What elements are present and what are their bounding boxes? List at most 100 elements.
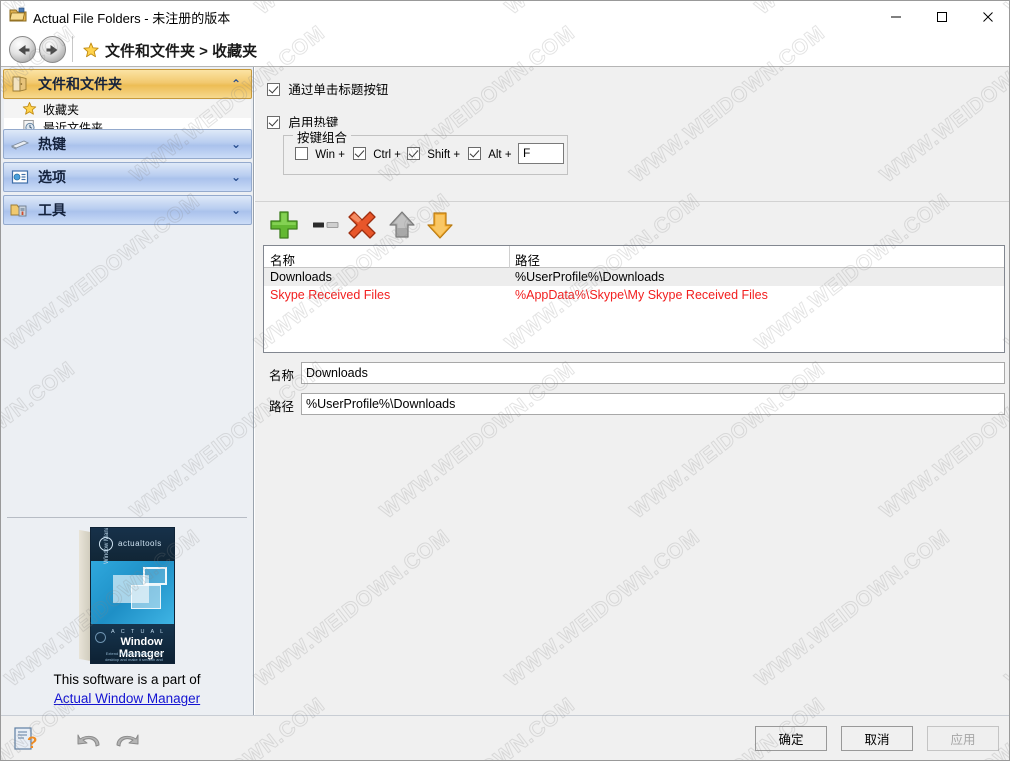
sidebar-section-label: 热键 <box>38 136 66 152</box>
back-button[interactable] <box>9 36 36 63</box>
checkbox-box[interactable] <box>295 147 308 160</box>
sidebar-section-label: 工具 <box>38 202 66 218</box>
maximize-icon <box>937 11 947 22</box>
app-folder-icon <box>9 7 27 22</box>
promo-panel: actualtools Window Manager A C T U A L W… <box>1 527 253 706</box>
name-field-row: 名称 Downloads <box>263 362 1005 384</box>
sidebar-section-files[interactable]: 文件和文件夹 ⌃ <box>3 69 252 99</box>
hotkey-group-legend: 按键组合 <box>293 127 352 146</box>
content-pane: 通过单击标题按钮 启用热键 按键组合 Win + Ctrl + Shift + … <box>255 67 1009 715</box>
chevron-up-icon: ⌃ <box>230 77 241 91</box>
list-toolbar <box>255 202 1009 247</box>
redo-icon[interactable] <box>113 730 141 750</box>
forward-button[interactable] <box>39 36 66 63</box>
list-header: 名称 路径 <box>264 246 1004 268</box>
move-down-button[interactable] <box>423 208 457 242</box>
undo-icon[interactable] <box>75 730 103 750</box>
star-icon <box>83 42 99 58</box>
checkbox-modifier-shift[interactable]: Shift + <box>407 147 460 161</box>
checkbox-modifier-ctrl[interactable]: Ctrl + <box>353 147 401 161</box>
product-box-image: actualtools Window Manager A C T U A L W… <box>79 527 175 664</box>
move-up-button <box>385 208 419 242</box>
cell-name: Downloads <box>270 270 332 284</box>
ok-button[interactable]: 确定 <box>755 726 827 751</box>
apply-button: 应用 <box>927 726 999 751</box>
name-input[interactable]: Downloads <box>301 362 1005 384</box>
product-spine-text: Window Manager <box>104 527 110 564</box>
maximize-button[interactable] <box>919 1 965 32</box>
chevron-down-icon: ⌄ <box>230 203 241 217</box>
promo-text: This software is a part of <box>53 672 201 687</box>
minimize-button[interactable] <box>873 1 919 32</box>
sidebar-section-hotkeys[interactable]: 热键 ⌄ <box>3 129 252 159</box>
checkbox-label: 通过单击标题按钮 <box>288 83 389 97</box>
checkbox-box[interactable] <box>267 83 280 96</box>
application-window: Actual File Folders - 未注册的版本 文件和文件夹 > 收藏… <box>0 0 1010 761</box>
keyboard-icon <box>10 134 30 154</box>
tools-icon <box>10 200 30 220</box>
folders-list[interactable]: 名称 路径 Downloads %UserProfile%\Downloads … <box>263 245 1005 353</box>
sidebar-divider <box>7 517 247 518</box>
checkbox-box[interactable] <box>468 147 481 160</box>
table-row[interactable]: Downloads %UserProfile%\Downloads <box>264 268 1004 286</box>
window-title: Actual File Folders - 未注册的版本 <box>33 11 231 26</box>
checkbox-title-button[interactable]: 通过单击标题按钮 <box>267 79 388 98</box>
svg-text:?: ? <box>27 733 37 752</box>
column-divider[interactable] <box>509 246 510 268</box>
cell-name: Skype Received Files <box>270 288 391 302</box>
modifier-label: Win + <box>315 149 345 161</box>
plus-icon <box>270 211 298 239</box>
cell-path: %UserProfile%\Downloads <box>515 270 665 284</box>
add-button[interactable] <box>267 208 301 242</box>
sidebar: 文件和文件夹 ⌃ 收藏夹 最近文件夹 热键 ⌄ 选项 ⌄ 工具 ⌄ actual… <box>1 67 254 715</box>
product-brand: actualtools <box>118 539 162 548</box>
name-field-label: 名称 <box>269 369 295 383</box>
chevron-down-icon: ⌄ <box>230 170 241 184</box>
help-icon[interactable]: ? <box>13 726 39 752</box>
sidebar-section-label: 文件和文件夹 <box>38 76 122 92</box>
delete-button[interactable] <box>345 208 379 242</box>
modifier-label: Alt + <box>488 149 512 161</box>
sidebar-section-tools[interactable]: 工具 ⌄ <box>3 195 252 225</box>
checkbox-modifier-win[interactable]: Win + <box>295 147 345 161</box>
hotkey-key-input[interactable]: F <box>518 143 564 164</box>
title-bar: Actual File Folders - 未注册的版本 <box>1 1 1009 32</box>
sidebar-item-label: 收藏夹 <box>43 102 80 117</box>
close-button[interactable] <box>965 1 1009 32</box>
cell-path: %AppData%\Skype\My Skype Received Files <box>515 288 768 302</box>
minimize-icon <box>891 16 901 17</box>
minus-icon <box>313 222 339 228</box>
chevron-down-icon: ⌄ <box>230 137 241 151</box>
breadcrumb[interactable]: 文件和文件夹 > 收藏夹 <box>105 40 257 61</box>
checkbox-box[interactable] <box>407 147 420 160</box>
navigation-bar: 文件和文件夹 > 收藏夹 <box>1 32 1009 67</box>
footer-bar: ? 确定 取消 应用 <box>1 715 1009 760</box>
column-header-path[interactable]: 路径 <box>515 250 540 269</box>
cross-icon <box>348 211 376 239</box>
sidebar-section-label: 选项 <box>38 169 66 185</box>
checkbox-box[interactable] <box>353 147 366 160</box>
sidebar-item-favorites[interactable]: 收藏夹 <box>4 100 251 118</box>
cancel-button[interactable]: 取消 <box>841 726 913 751</box>
table-row[interactable]: Skype Received Files %AppData%\Skype\My … <box>264 286 1004 304</box>
checkbox-box[interactable] <box>267 116 280 129</box>
product-tagline: Extend the full capability of your deskt… <box>105 651 163 662</box>
folder-icon <box>10 74 30 94</box>
product-eyebrow: A C T U A L <box>111 629 166 635</box>
checkbox-modifier-alt[interactable]: Alt + <box>468 147 512 161</box>
close-icon <box>983 11 993 22</box>
modifier-label: Ctrl + <box>373 149 401 161</box>
nav-separator <box>72 36 73 62</box>
sidebar-section-options[interactable]: 选项 ⌄ <box>3 162 252 192</box>
remove-button <box>309 208 343 242</box>
promo-link[interactable]: Actual Window Manager <box>54 691 200 706</box>
options-icon <box>10 167 30 187</box>
star-icon <box>22 101 38 117</box>
modifier-label: Shift + <box>427 149 461 161</box>
arrow-down-icon <box>427 212 453 239</box>
path-input[interactable]: %UserProfile%\Downloads <box>301 393 1005 415</box>
arrow-up-icon <box>389 211 415 238</box>
path-field-label: 路径 <box>269 400 295 414</box>
column-header-name[interactable]: 名称 <box>270 250 295 269</box>
path-field-row: 路径 %UserProfile%\Downloads <box>263 393 1005 415</box>
